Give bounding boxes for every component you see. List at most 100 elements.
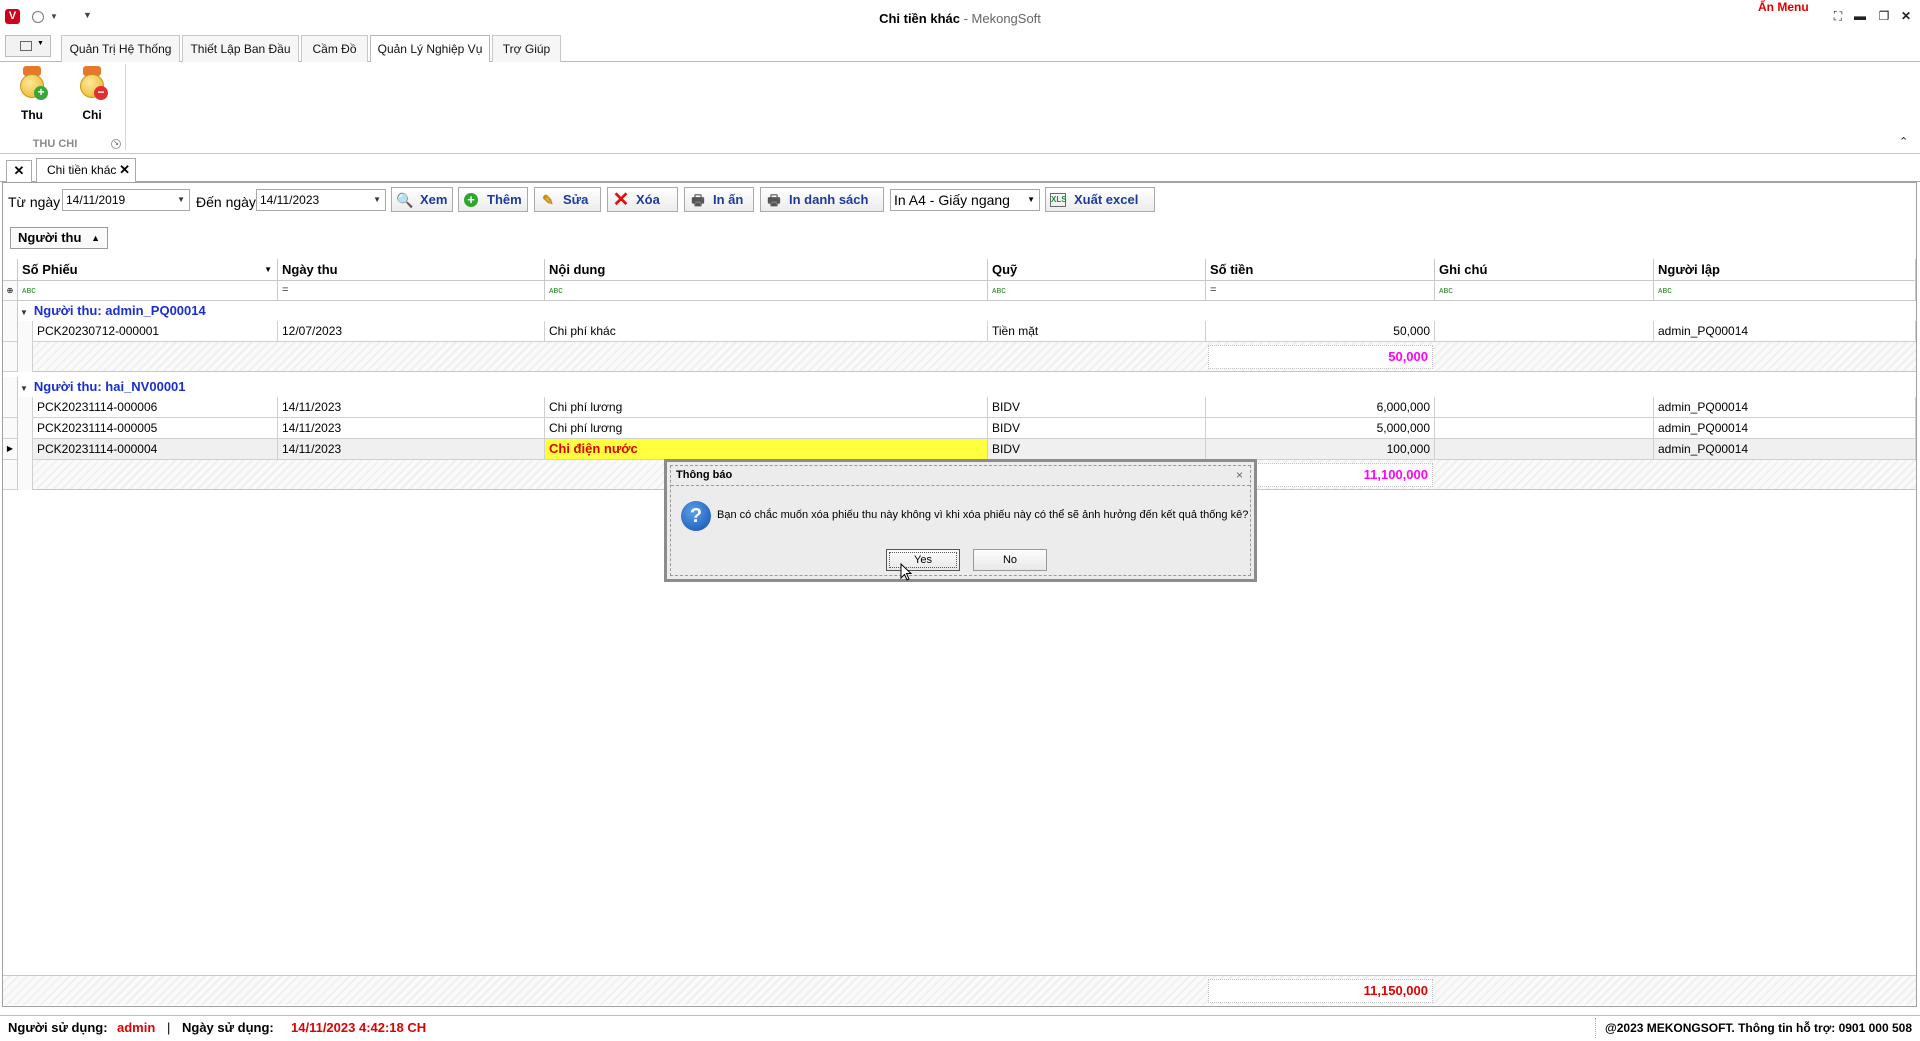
- cell-noi-dung[interactable]: Chi phí lương: [545, 418, 988, 439]
- cell-ngay-thu[interactable]: 14/11/2023: [278, 439, 545, 460]
- cell-ngay-thu[interactable]: 14/11/2023: [278, 397, 545, 418]
- group-header-row[interactable]: ▼ Người thu: hai_NV00001: [18, 377, 186, 397]
- cell-nguoi-lap[interactable]: admin_PQ00014: [1654, 439, 1916, 460]
- collapse-icon[interactable]: ▼: [20, 384, 28, 393]
- cell-ghi-chu[interactable]: [1435, 439, 1654, 460]
- tab-quan-tri-he-thong[interactable]: Quản Trị Hệ Thống: [61, 35, 180, 63]
- question-icon: ?: [681, 501, 711, 531]
- filter-ghi-chu[interactable]: ᴀʙc: [1435, 281, 1654, 301]
- cell-noi-dung[interactable]: Chi phí lương: [545, 397, 988, 418]
- group-header-row[interactable]: ▼ Người thu: admin_PQ00014: [18, 301, 206, 321]
- col-header-ngay-thu[interactable]: Ngày thu: [278, 259, 545, 281]
- print-format-select[interactable]: In A4 - Giấy ngang ▼: [890, 189, 1040, 211]
- toolbar: Từ ngày 14/11/2019 ▼ Đến ngày 14/11/2023…: [3, 183, 1918, 217]
- no-button[interactable]: No: [973, 549, 1047, 571]
- view-button[interactable]: 🔍 Xem: [391, 187, 453, 212]
- chi-button[interactable]: − Chi: [68, 66, 116, 122]
- add-button[interactable]: + Thêm: [458, 187, 528, 212]
- filter-so-tien[interactable]: =: [1206, 281, 1435, 301]
- ribbon-tabs: ▼ Quản Trị Hệ Thống Thiết Lập Ban Đầu Cầ…: [0, 32, 1920, 64]
- cell-noi-dung-selected[interactable]: Chi điện nước: [545, 439, 988, 460]
- group-indent: [18, 397, 33, 490]
- doc-tab-chi-tien-khac[interactable]: Chi tiền khác ✕: [36, 158, 136, 183]
- delete-x-icon: ✕: [612, 189, 630, 211]
- cell-so-tien[interactable]: 50,000: [1206, 321, 1435, 342]
- to-date-input[interactable]: 14/11/2023 ▼: [256, 189, 386, 211]
- cell-so-phieu[interactable]: PCK20231114-000004: [33, 439, 278, 460]
- window-title: Chi tiền khác - MekongSoft: [0, 11, 1920, 26]
- cell-ngay-thu[interactable]: 14/11/2023: [278, 418, 545, 439]
- cell-so-tien[interactable]: 6,000,000: [1206, 397, 1435, 418]
- title-bar: V ▼ ▼ Chi tiền khác - MekongSoft Ẩn Menu…: [0, 0, 1920, 32]
- edit-button[interactable]: ✎ Sửa: [534, 187, 601, 212]
- cell-nguoi-lap[interactable]: admin_PQ00014: [1654, 321, 1916, 342]
- doc-tab-close-icon[interactable]: ✕: [119, 159, 130, 181]
- chevron-down-icon[interactable]: ▼: [373, 190, 381, 210]
- cell-ghi-chu[interactable]: [1435, 321, 1654, 342]
- cell-nguoi-lap[interactable]: admin_PQ00014: [1654, 418, 1916, 439]
- col-header-so-phieu[interactable]: Số Phiếu ▼: [18, 259, 278, 281]
- tab-thiet-lap-ban-dau[interactable]: Thiết Lập Ban Đầu: [182, 35, 299, 63]
- restore-icon[interactable]: ❐: [1876, 9, 1892, 23]
- app-menu-icon: [20, 41, 32, 51]
- minimize-icon[interactable]: ▬: [1852, 9, 1868, 23]
- cell-so-phieu[interactable]: PCK20230712-000001: [33, 321, 278, 342]
- row-indicator: [3, 397, 18, 418]
- cell-ngay-thu[interactable]: 12/07/2023: [278, 321, 545, 342]
- cell-quy[interactable]: Tiền mặt: [988, 321, 1206, 342]
- status-bar: Người sử dụng: admin | Ngày sử dụng: 14/…: [0, 1015, 1920, 1041]
- row-indicator: [3, 377, 18, 397]
- cell-quy[interactable]: BIDV: [988, 439, 1206, 460]
- excel-icon: XLS: [1050, 193, 1067, 207]
- close-all-tabs-icon[interactable]: ✕: [6, 160, 32, 182]
- filter-nguoi-lap[interactable]: ᴀʙc: [1654, 281, 1916, 301]
- search-icon: 🔍: [396, 192, 414, 208]
- ribbon-collapse-icon[interactable]: ⌃: [1899, 135, 1908, 148]
- tab-cam-do[interactable]: Cầm Đồ: [301, 35, 368, 63]
- col-header-ghi-chu[interactable]: Ghi chú: [1435, 259, 1654, 281]
- cell-so-tien[interactable]: 100,000: [1206, 439, 1435, 460]
- close-icon[interactable]: ✕: [1898, 9, 1914, 23]
- chevron-down-icon[interactable]: ▼: [1027, 190, 1035, 210]
- ribbon-group-label: THU CHI: [32, 138, 78, 150]
- cell-quy[interactable]: BIDV: [988, 397, 1206, 418]
- app-menu-button[interactable]: ▼: [5, 35, 51, 57]
- col-header-so-tien[interactable]: Số tiền: [1206, 259, 1435, 281]
- filter-ngay-thu[interactable]: =: [278, 281, 545, 301]
- cell-so-phieu[interactable]: PCK20231114-000006: [33, 397, 278, 418]
- col-header-noi-dung[interactable]: Nội dung: [545, 259, 988, 281]
- thu-coin-icon: +: [18, 66, 48, 100]
- dialog-title: Thông báo: [676, 469, 733, 481]
- tab-tro-giup[interactable]: Trợ Giúp: [492, 35, 561, 63]
- hide-menu-link[interactable]: Ẩn Menu: [1758, 0, 1809, 14]
- cell-so-tien[interactable]: 5,000,000: [1206, 418, 1435, 439]
- chevron-down-icon[interactable]: ▼: [177, 190, 185, 210]
- dialog-close-icon[interactable]: ×: [1236, 468, 1243, 482]
- yes-button[interactable]: Yes: [886, 549, 960, 571]
- group-by-chip[interactable]: Người thu ▲: [10, 227, 108, 249]
- group-launcher-icon[interactable]: ↘: [111, 139, 121, 149]
- filter-noi-dung[interactable]: ᴀʙc: [545, 281, 988, 301]
- tab-quan-ly-nghiep-vu[interactable]: Quản Lý Nghiệp Vụ: [370, 35, 490, 64]
- from-date-input[interactable]: 14/11/2019 ▼: [62, 189, 190, 211]
- filter-so-phieu[interactable]: ᴀʙc: [18, 281, 278, 301]
- col-header-quy[interactable]: Quỹ: [988, 259, 1206, 281]
- cell-noi-dung[interactable]: Chi phí khác: [545, 321, 988, 342]
- filter-dropdown-icon[interactable]: ▼: [264, 259, 272, 280]
- cell-so-phieu[interactable]: PCK20231114-000005: [33, 418, 278, 439]
- doc-tab-label: Chi tiền khác: [47, 163, 117, 177]
- print-button[interactable]: 🖶 In ấn: [684, 187, 754, 212]
- export-excel-button[interactable]: XLS Xuất excel: [1045, 187, 1155, 212]
- cell-quy[interactable]: BIDV: [988, 418, 1206, 439]
- collapse-icon[interactable]: ▼: [20, 308, 28, 317]
- ribbon-separator: [125, 64, 126, 150]
- fullscreen-icon[interactable]: ⛶: [1830, 9, 1846, 24]
- cell-nguoi-lap[interactable]: admin_PQ00014: [1654, 397, 1916, 418]
- delete-button[interactable]: ✕ Xóa: [607, 187, 678, 212]
- filter-quy[interactable]: ᴀʙc: [988, 281, 1206, 301]
- cell-ghi-chu[interactable]: [1435, 418, 1654, 439]
- print-list-button[interactable]: 🖶 In danh sách: [760, 187, 884, 212]
- thu-button[interactable]: + Thu: [8, 66, 56, 122]
- cell-ghi-chu[interactable]: [1435, 397, 1654, 418]
- col-header-nguoi-lap[interactable]: Người lập: [1654, 259, 1916, 281]
